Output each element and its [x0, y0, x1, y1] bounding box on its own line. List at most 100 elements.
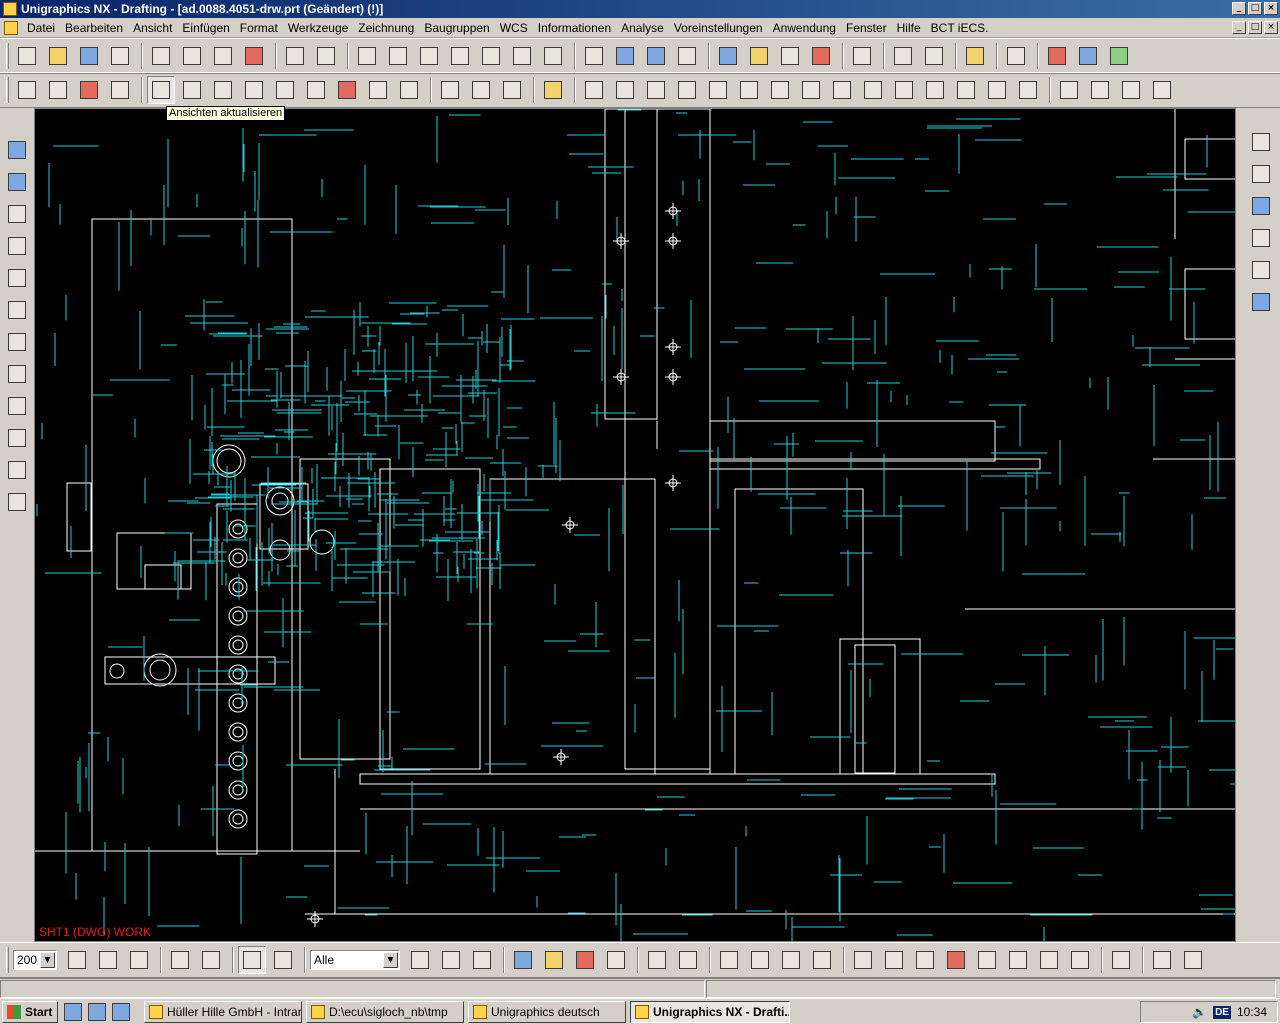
add-view-button[interactable] — [178, 76, 206, 104]
zoom-window-button[interactable] — [384, 42, 412, 70]
layout-button[interactable] — [63, 946, 91, 974]
move-object-button[interactable] — [4, 264, 30, 292]
menu-fenster[interactable]: Fenster — [841, 21, 892, 35]
spline-button[interactable] — [4, 328, 30, 356]
menu-informationen[interactable]: Informationen — [533, 21, 616, 35]
grid-button[interactable] — [125, 946, 153, 974]
body-select-button[interactable] — [973, 946, 1001, 974]
snap-mode-button[interactable] — [197, 946, 225, 974]
horizontal-dimension-button[interactable] — [611, 76, 639, 104]
perpendicular-dimension-button[interactable] — [735, 76, 763, 104]
help-button[interactable] — [4, 296, 30, 324]
layer-settings-button[interactable] — [714, 42, 742, 70]
assembly-navigator-tab[interactable] — [1248, 128, 1274, 156]
feature-select-button[interactable] — [911, 946, 939, 974]
maximize-button[interactable]: □ — [1248, 2, 1262, 15]
quicklaunch-outlook-icon[interactable] — [64, 1002, 82, 1021]
web-browser-tab[interactable] — [1248, 192, 1274, 220]
general-select-button[interactable] — [509, 946, 537, 974]
wave-filter-button[interactable] — [746, 946, 774, 974]
volume-icon[interactable]: 🔈 — [1192, 1005, 1207, 1019]
chain-dimension-button[interactable] — [983, 76, 1011, 104]
edit-button[interactable] — [4, 456, 30, 484]
close-button[interactable]: × — [1264, 2, 1278, 15]
snap-midpoint-button[interactable] — [437, 946, 465, 974]
analysis-button[interactable] — [1043, 42, 1071, 70]
section-view-button[interactable] — [209, 76, 237, 104]
task-explorer[interactable]: D:\ecu\sigloch_nb\tmp — [306, 1000, 464, 1023]
chamfer-dimension-button[interactable] — [766, 76, 794, 104]
quicklaunch-desktop-icon[interactable] — [112, 1002, 130, 1021]
snap-endpoint-button[interactable] — [406, 946, 434, 974]
open-sheet-button[interactable] — [44, 76, 72, 104]
repeat-command-button[interactable] — [312, 42, 340, 70]
menu-anwendung[interactable]: Anwendung — [768, 21, 841, 35]
component-select-button[interactable] — [849, 946, 877, 974]
inferred-dimension-button[interactable] — [580, 76, 608, 104]
view-style-button[interactable] — [395, 76, 423, 104]
leader-button[interactable] — [890, 76, 918, 104]
part-navigator-button[interactable] — [4, 136, 30, 164]
zoom-button[interactable] — [446, 42, 474, 70]
lasso-select-button[interactable] — [674, 946, 702, 974]
system-materials-tab[interactable] — [1248, 288, 1274, 316]
hatch-button[interactable] — [4, 360, 30, 388]
edit-sheet-button[interactable] — [106, 76, 134, 104]
table-button[interactable] — [4, 232, 30, 260]
new-sheet-button[interactable] — [13, 76, 41, 104]
menu-bearbeiten[interactable]: Bearbeiten — [60, 21, 128, 35]
display-drawing-button[interactable] — [498, 76, 526, 104]
print-button[interactable] — [106, 42, 134, 70]
menu-wcs[interactable]: WCS — [495, 21, 533, 35]
menu-datei[interactable]: Datei — [22, 21, 60, 35]
start-button[interactable]: Start — [2, 1000, 58, 1023]
select-mode-button[interactable] — [539, 76, 567, 104]
menu-einfuegen[interactable]: Einfügen — [177, 21, 234, 35]
edge-select-button[interactable] — [1004, 946, 1032, 974]
task-intranet[interactable]: Hüller Hille GmbH - Intran... — [144, 1000, 302, 1023]
doc-close-button[interactable]: × — [1264, 21, 1278, 34]
toolbar-grip[interactable] — [6, 43, 9, 69]
menu-bct-iecs[interactable]: BCT iECS. — [926, 21, 994, 35]
symbol-button[interactable] — [1117, 76, 1145, 104]
menu-hilfe[interactable]: Hilfe — [892, 21, 926, 35]
centerline-button[interactable] — [1014, 76, 1042, 104]
copy-button[interactable] — [178, 42, 206, 70]
delete-sheet-button[interactable] — [75, 76, 103, 104]
shaded-edges-button[interactable] — [642, 42, 670, 70]
deselect-button[interactable] — [777, 946, 805, 974]
angular-dimension-button[interactable] — [828, 76, 856, 104]
revolved-section-button[interactable] — [271, 76, 299, 104]
wave-button[interactable] — [1105, 42, 1133, 70]
remove-view-button[interactable] — [364, 76, 392, 104]
vertical-dimension-button[interactable] — [704, 76, 732, 104]
view-manager-button[interactable] — [4, 392, 30, 420]
toolbar-grip[interactable] — [6, 947, 9, 973]
toolbar-grip[interactable] — [6, 77, 9, 103]
cut-button[interactable] — [147, 42, 175, 70]
minimize-button[interactable]: _ — [1232, 2, 1246, 15]
paste-button[interactable] — [209, 42, 237, 70]
tools-button[interactable] — [961, 42, 989, 70]
arc-length-button[interactable] — [859, 76, 887, 104]
open-file-button[interactable] — [44, 42, 72, 70]
rectangle-select-button[interactable] — [643, 946, 671, 974]
note-select-button[interactable] — [1179, 946, 1207, 974]
render-style-button[interactable] — [539, 42, 567, 70]
type-filter-select[interactable]: Alle ▼ — [310, 950, 400, 970]
sketch-button[interactable] — [4, 200, 30, 228]
half-section-button[interactable] — [240, 76, 268, 104]
edit-select-button[interactable] — [571, 946, 599, 974]
wave-link-button[interactable] — [715, 946, 743, 974]
delete-button[interactable] — [240, 42, 268, 70]
model-tree-button[interactable] — [4, 168, 30, 196]
rotate-button[interactable] — [477, 42, 505, 70]
sketch-select-button[interactable] — [880, 946, 908, 974]
point-select-button[interactable] — [1066, 946, 1094, 974]
baseline-dimension-button[interactable] — [952, 76, 980, 104]
plot-button[interactable] — [1002, 42, 1030, 70]
chevron-down-icon[interactable]: ▼ — [40, 952, 55, 968]
view-dependent-edit-button[interactable] — [467, 76, 495, 104]
measure-button[interactable] — [4, 488, 30, 516]
task-ug-deutsch[interactable]: Unigraphics deutsch — [468, 1000, 626, 1023]
